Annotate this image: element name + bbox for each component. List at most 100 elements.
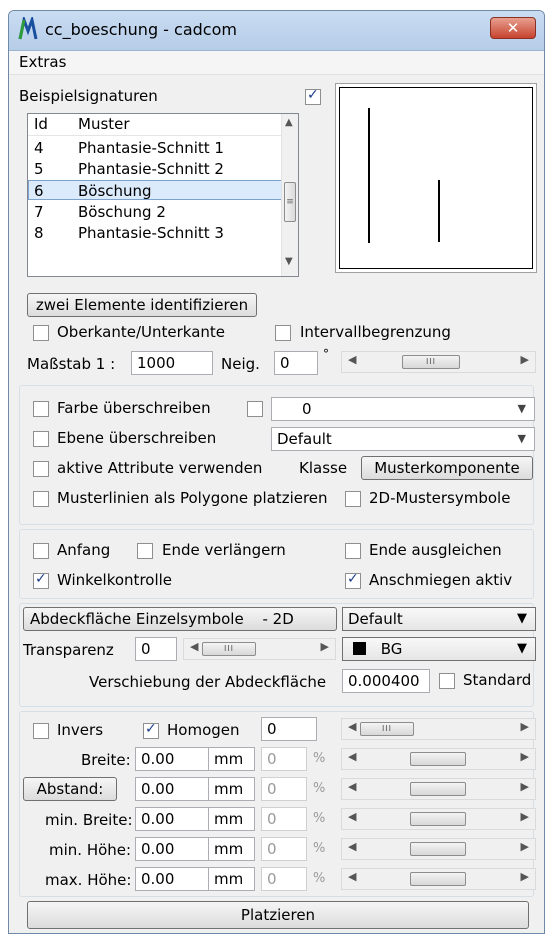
max-hoehe-pct-input[interactable]: 0 <box>261 867 307 891</box>
farbe-dropdown[interactable]: 0 ▼ <box>271 397 535 421</box>
ebene-dropdown[interactable]: Default ▼ <box>271 427 535 451</box>
abstand-unit: mm <box>209 777 255 801</box>
cover-mode-button[interactable]: Abdeckfläche Einzelsymbole - 2D <box>23 607 337 631</box>
winkelkontrolle-checkbox[interactable] <box>33 571 49 589</box>
min-breite-input[interactable]: 0.00 <box>135 807 209 831</box>
max-hoehe-unit: mm <box>209 867 255 891</box>
scroll-up-icon[interactable]: ▲ <box>285 117 293 128</box>
oberkante-checkbox[interactable] <box>33 325 49 341</box>
farbe-swatch-checkbox[interactable] <box>247 401 263 417</box>
neig-slider[interactable]: ◀ III ▶ <box>341 351 536 373</box>
identify-two-elements-button[interactable]: zwei Elemente identifizieren <box>27 293 257 317</box>
polygone-checkbox[interactable] <box>33 491 49 507</box>
neig-input[interactable]: 0 <box>274 351 318 375</box>
slider-left-icon[interactable]: ◀ <box>348 720 356 733</box>
muster2d-checkbox[interactable] <box>345 491 361 507</box>
cover-level-dropdown[interactable]: Default ▼ <box>342 607 536 631</box>
min-breite-pct-input[interactable]: 0 <box>261 807 307 831</box>
ende-ausgleichen-checkbox[interactable] <box>345 543 361 559</box>
slider-right-icon[interactable]: ▶ <box>321 640 329 653</box>
min-hoehe-pct-input[interactable]: 0 <box>261 837 307 861</box>
signatures-checkbox[interactable] <box>305 87 321 105</box>
slider-right-icon[interactable]: ▶ <box>521 780 529 793</box>
intervall-checkbox[interactable] <box>275 325 291 341</box>
invers-label: Invers <box>57 721 104 739</box>
slider-left-icon[interactable]: ◀ <box>190 640 198 653</box>
aktive-attribute-checkbox[interactable] <box>33 461 49 477</box>
max-hoehe-input[interactable]: 0.00 <box>135 867 209 891</box>
abstand-slider[interactable]: ◀ ▶ <box>341 778 536 800</box>
pattern-list[interactable]: Id Muster 4 Phantasie-Schnitt 1 5 Phanta… <box>27 113 299 277</box>
cover-level-value: Default <box>348 610 403 628</box>
slider-left-icon[interactable]: ◀ <box>348 750 356 763</box>
breite-unit: mm <box>209 747 255 771</box>
abstand-button[interactable]: Abstand: <box>23 777 117 801</box>
slider-right-icon[interactable]: ▶ <box>521 720 529 733</box>
transparenz-slider[interactable]: ◀ III ▶ <box>183 638 336 660</box>
scroll-down-icon[interactable]: ▼ <box>285 256 293 267</box>
anfang-checkbox[interactable] <box>33 543 49 559</box>
breite-slider[interactable]: ◀ ▶ <box>341 748 536 770</box>
min-hoehe-slider-thumb[interactable] <box>410 842 466 856</box>
slider-right-icon[interactable]: ▶ <box>521 870 529 883</box>
ende-ausgleichen-label: Ende ausgleichen <box>369 541 502 559</box>
max-hoehe-slider-thumb[interactable] <box>410 872 466 886</box>
min-breite-slider-thumb[interactable] <box>410 812 466 826</box>
max-hoehe-slider[interactable]: ◀ ▶ <box>341 868 536 890</box>
min-hoehe-label: min. Höhe: <box>49 841 132 859</box>
ebene-checkbox[interactable] <box>33 431 49 447</box>
abstand-slider-thumb[interactable] <box>410 782 466 796</box>
homogen-input[interactable]: 0 <box>261 717 317 741</box>
abstand-input[interactable]: 0.00 <box>135 777 209 801</box>
list-item-selected[interactable]: 6 Böschung <box>28 180 282 200</box>
list-item[interactable]: 4 Phantasie-Schnitt 1 <box>28 138 282 158</box>
slider-left-icon[interactable]: ◀ <box>348 870 356 883</box>
farbe-value: 0 <box>302 400 312 418</box>
abstand-pct-input[interactable]: 0 <box>261 777 307 801</box>
transparenz-input[interactable]: 0 <box>135 637 177 661</box>
min-hoehe-slider[interactable]: ◀ ▶ <box>341 838 536 860</box>
anschmiegen-checkbox[interactable] <box>345 571 361 589</box>
slider-left-icon[interactable]: ◀ <box>348 840 356 853</box>
title-bar[interactable]: cc_boeschung - cadcom ✕ <box>9 11 544 51</box>
massstab-input[interactable]: 1000 <box>131 351 213 375</box>
invers-checkbox[interactable] <box>33 723 49 739</box>
menu-extras[interactable]: Extras <box>19 53 66 71</box>
min-hoehe-input[interactable]: 0.00 <box>135 837 209 861</box>
slider-right-icon[interactable]: ▶ <box>521 810 529 823</box>
close-button[interactable]: ✕ <box>490 17 536 39</box>
slider-right-icon[interactable]: ▶ <box>521 750 529 763</box>
header-id[interactable]: Id <box>34 115 48 133</box>
platzieren-button[interactable]: Platzieren <box>27 901 529 929</box>
slider-left-icon[interactable]: ◀ <box>348 780 356 793</box>
slider-right-icon[interactable]: ▶ <box>521 353 529 366</box>
cover-color-dropdown[interactable]: BG ▼ <box>342 637 536 661</box>
list-item-name: Phantasie-Schnitt 1 <box>78 139 224 157</box>
homogen-checkbox[interactable] <box>143 721 159 739</box>
farbe-label: Farbe überschreiben <box>57 399 211 417</box>
homogen-slider[interactable]: ◀ III ▶ <box>341 718 536 740</box>
intervall-label: Intervallbegrenzung <box>300 323 451 341</box>
list-scroll-thumb[interactable]: ≡ <box>284 182 296 222</box>
slider-left-icon[interactable]: ◀ <box>348 353 356 366</box>
klasse-button[interactable]: Musterkomponente <box>361 456 533 480</box>
transparenz-slider-thumb[interactable]: III <box>202 642 256 656</box>
homogen-slider-thumb[interactable]: III <box>360 722 414 736</box>
breite-pct-input[interactable]: 0 <box>261 747 307 771</box>
farbe-checkbox[interactable] <box>33 401 49 417</box>
header-muster[interactable]: Muster <box>78 115 130 133</box>
slider-right-icon[interactable]: ▶ <box>521 840 529 853</box>
breite-slider-thumb[interactable] <box>410 752 466 766</box>
shift-input[interactable]: 0.000400 <box>342 669 430 693</box>
list-item[interactable]: 5 Phantasie-Schnitt 2 <box>28 159 282 179</box>
list-item[interactable]: 7 Böschung 2 <box>28 202 282 222</box>
min-breite-slider[interactable]: ◀ ▶ <box>341 808 536 830</box>
list-item-name: Phantasie-Schnitt 3 <box>78 224 224 242</box>
list-scrollbar[interactable]: ▲ ≡ ▼ <box>281 114 298 276</box>
slider-left-icon[interactable]: ◀ <box>348 810 356 823</box>
standard-checkbox[interactable] <box>439 673 455 689</box>
breite-input[interactable]: 0.00 <box>135 747 209 771</box>
ende-verlaengern-checkbox[interactable] <box>137 543 153 559</box>
list-item[interactable]: 8 Phantasie-Schnitt 3 <box>28 223 282 243</box>
neig-slider-thumb[interactable]: III <box>402 355 460 369</box>
